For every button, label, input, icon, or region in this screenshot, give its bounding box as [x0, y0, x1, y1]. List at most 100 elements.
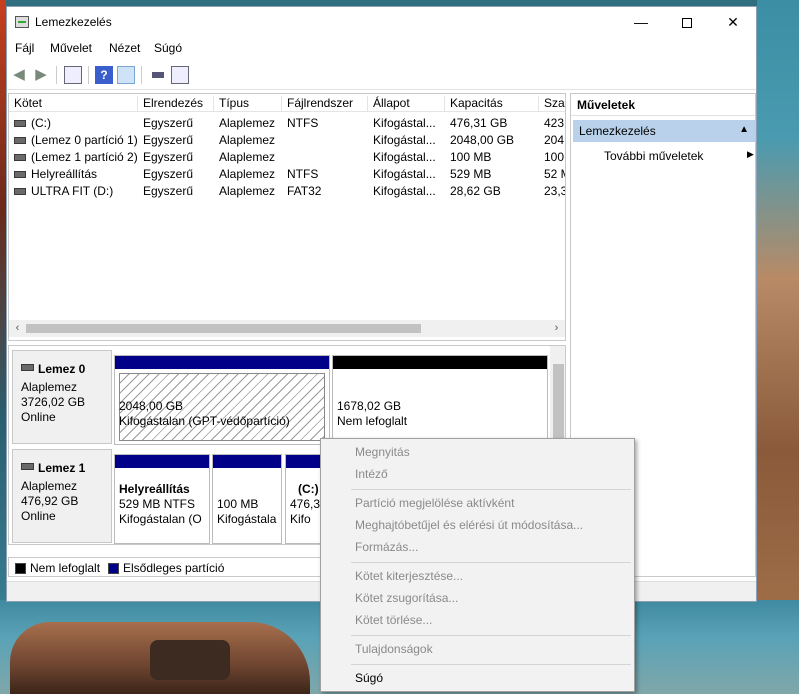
- actions-title: Műveletek: [571, 94, 755, 116]
- ctx-extend-volume[interactable]: Kötet kiterjesztése...: [321, 565, 634, 587]
- primary-partition-swatch: [108, 563, 119, 574]
- ctx-separator: [351, 562, 631, 563]
- volume-row[interactable]: (Lemez 0 partíció 1) Egyszerű Alaplemez …: [9, 132, 565, 149]
- ctx-change-drive-letter[interactable]: Meghajtóbetűjel és elérési út módosítása…: [321, 514, 634, 536]
- column-header-free-space[interactable]: Szal: [539, 96, 565, 112]
- volume-row[interactable]: Helyreállítás Egyszerű Alaplemez NTFS Ki…: [9, 166, 565, 183]
- menu-file[interactable]: Fájl: [15, 41, 34, 55]
- menu-help[interactable]: Súgó: [154, 41, 182, 55]
- partition-label: Helyreállítás: [119, 482, 190, 496]
- volume-status: Kifogástal...: [373, 150, 436, 164]
- ctx-open[interactable]: Megnyitás: [321, 441, 634, 463]
- ctx-separator: [351, 489, 631, 490]
- ctx-explorer[interactable]: Intéző: [321, 463, 634, 485]
- disk-0-label[interactable]: Lemez 0 Alaplemez 3726,02 GB Online: [12, 350, 112, 444]
- actions-section-disk-management[interactable]: Lemezkezelés ▲: [573, 120, 755, 142]
- toolbar-separator: [88, 66, 89, 84]
- volume-row[interactable]: ULTRA FIT (D:) Egyszerű Alaplemez FAT32 …: [9, 183, 565, 200]
- column-header-filesystem[interactable]: Fájlrendszer: [282, 96, 368, 112]
- show-hide-console-tree-icon[interactable]: [64, 66, 82, 84]
- disk-name: Lemez 1: [38, 461, 86, 475]
- volume-name: ULTRA FIT (D:): [31, 184, 114, 198]
- menu-view[interactable]: Nézet: [109, 41, 140, 55]
- disk-management-app-icon: [15, 16, 29, 28]
- desktop-wallpaper-right: [757, 0, 799, 694]
- disk-size: 476,92 GB: [21, 494, 79, 508]
- partition-gpt-protective[interactable]: 2048,00 GB Kifogástalan (GPT-védőpartíci…: [114, 355, 330, 445]
- scrollbar-thumb[interactable]: [26, 324, 421, 333]
- drive-icon: [14, 171, 26, 178]
- volume-layout: Egyszerű: [143, 116, 194, 130]
- forward-arrow-icon[interactable]: ▶: [32, 66, 50, 84]
- ctx-separator: [351, 664, 631, 665]
- ctx-shrink-volume[interactable]: Kötet zsugorítása...: [321, 587, 634, 609]
- column-header-layout[interactable]: Elrendezés: [138, 96, 214, 112]
- volume-capacity: 2048,00 GB: [450, 133, 515, 147]
- partition-size: 2048,00 GB: [119, 399, 184, 413]
- partition-status: Kifogástalan (O: [119, 512, 202, 526]
- actions-section-label: Lemezkezelés: [579, 124, 656, 138]
- horizontal-scrollbar[interactable]: ‹ ›: [9, 320, 565, 337]
- volume-type: Alaplemez: [219, 116, 276, 130]
- volume-name: (C:): [31, 116, 51, 130]
- column-header-type[interactable]: Típus: [214, 96, 282, 112]
- scroll-right-icon[interactable]: ›: [548, 320, 565, 337]
- volume-list-pane: Kötet Elrendezés Típus Fájlrendszer Álla…: [8, 93, 566, 341]
- volume-free-space: 100: [544, 150, 565, 164]
- volume-row[interactable]: (C:) Egyszerű Alaplemez NTFS Kifogástal.…: [9, 115, 565, 132]
- volume-row[interactable]: (Lemez 1 partíció 2) Egyszerű Alaplemez …: [9, 149, 565, 166]
- disk-status: Online: [21, 509, 56, 523]
- volume-name: Helyreállítás: [31, 167, 98, 181]
- ctx-properties[interactable]: Tulajdonságok: [321, 638, 634, 660]
- volume-filesystem: NTFS: [287, 167, 319, 181]
- ctx-help[interactable]: Súgó: [321, 667, 634, 689]
- close-button[interactable]: ✕: [710, 7, 756, 37]
- disk-status: Online: [21, 410, 56, 424]
- show-hide-action-pane-icon[interactable]: [117, 66, 135, 84]
- volume-list-header: Kötet Elrendezés Típus Fájlrendszer Álla…: [9, 94, 565, 112]
- collapse-up-icon[interactable]: ▲: [739, 124, 749, 135]
- menu-action[interactable]: Művelet: [50, 41, 92, 55]
- volume-capacity: 476,31 GB: [450, 116, 508, 130]
- disk-type: Alaplemez: [21, 380, 78, 394]
- volume-filesystem: FAT32: [287, 184, 322, 198]
- partition-efi[interactable]: 100 MB Kifogástala: [212, 454, 282, 544]
- unallocated-swatch: [15, 563, 26, 574]
- volume-capacity: 100 MB: [450, 150, 492, 164]
- ctx-format[interactable]: Formázás...: [321, 536, 634, 558]
- help-icon[interactable]: ?: [95, 66, 113, 84]
- partition-unallocated[interactable]: 1678,02 GB Nem lefoglalt: [332, 355, 548, 445]
- primary-partition-bar: [213, 455, 281, 468]
- menu-bar: Fájl Művelet Nézet Súgó: [7, 38, 756, 58]
- partition-size: 1678,02 GB: [337, 399, 402, 413]
- volume-layout: Egyszerű: [143, 167, 194, 181]
- maximize-button[interactable]: [664, 7, 710, 37]
- minimize-button[interactable]: —: [618, 7, 664, 37]
- column-header-volume[interactable]: Kötet: [9, 96, 138, 112]
- more-actions-item[interactable]: További műveletek: [604, 149, 703, 163]
- volume-capacity: 28,62 GB: [450, 184, 501, 198]
- partition-status: Nem lefoglalt: [337, 414, 408, 428]
- drive-icon: [14, 154, 26, 161]
- ctx-mark-active[interactable]: Partíció megjelölése aktívként: [321, 492, 634, 514]
- connect-disk-icon[interactable]: [149, 66, 167, 84]
- usb-drive-icon: [14, 188, 26, 195]
- primary-partition-bar: [115, 455, 209, 468]
- partition-recovery[interactable]: Helyreállítás 529 MB NTFS Kifogástalan (…: [114, 454, 210, 544]
- volume-type: Alaplemez: [219, 150, 276, 164]
- volume-layout: Egyszerű: [143, 133, 194, 147]
- title-bar[interactable]: Lemezkezelés — ✕: [7, 7, 756, 37]
- volume-status: Kifogástal...: [373, 167, 436, 181]
- disk-1-label[interactable]: Lemez 1 Alaplemez 476,92 GB Online: [12, 449, 112, 543]
- legend-primary-partition: Elsődleges partíció: [123, 561, 225, 575]
- column-header-status[interactable]: Állapot: [368, 96, 445, 112]
- scroll-left-icon[interactable]: ‹: [9, 320, 26, 337]
- column-header-capacity[interactable]: Kapacitás: [445, 96, 539, 112]
- properties-icon[interactable]: [171, 66, 189, 84]
- ctx-delete-volume[interactable]: Kötet törlése...: [321, 609, 634, 631]
- disk-name: Lemez 0: [38, 362, 86, 376]
- partition-status: Kifogástala: [217, 512, 277, 526]
- back-arrow-icon[interactable]: ◀: [10, 66, 28, 84]
- toolbar-separator: [141, 66, 142, 84]
- maximize-icon: [682, 18, 692, 29]
